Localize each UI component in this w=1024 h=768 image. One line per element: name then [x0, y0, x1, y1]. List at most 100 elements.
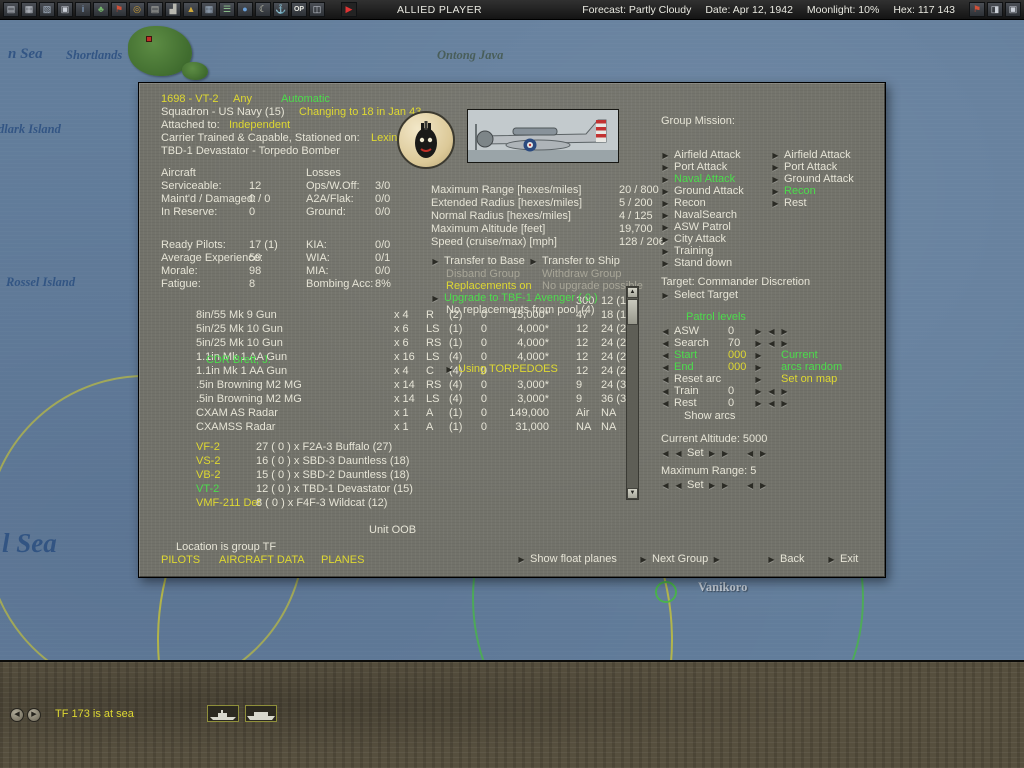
mission-item[interactable]: ▶ Rest — [771, 197, 806, 209]
increase-step-button[interactable]: ▶ — [780, 339, 789, 348]
mission-item-selected[interactable]: ▶ Naval Attack — [661, 173, 735, 185]
mission-item[interactable]: ▶ Airfield Attack — [771, 149, 850, 161]
monitor-icon[interactable]: ▣ — [57, 2, 73, 17]
next-group-arrow-icon[interactable]: ▶ — [712, 555, 721, 564]
group-name[interactable]: VS-2 — [196, 455, 220, 467]
decrease-step-button[interactable]: ◀ — [767, 387, 776, 396]
air-group-row[interactable]: VMF-211 Det 8 ( 0 ) x F4F-3 Wildcat (12) — [139, 497, 625, 509]
increase-step-button[interactable]: ▶ — [780, 399, 789, 408]
air-group-row[interactable]: VB-2 15 ( 0 ) x SBD-2 Dauntless (18) — [139, 469, 625, 481]
set-range-button[interactable]: Set — [687, 479, 704, 491]
air-group-row[interactable]: VF-2 27 ( 0 ) x F2A-3 Buffalo (27) — [139, 441, 625, 453]
mission-item[interactable]: ▶ Ground Attack — [771, 173, 853, 185]
base-marker[interactable] — [146, 36, 152, 42]
increase-button[interactable]: ▶ — [708, 449, 717, 458]
mission-item[interactable]: ▶ Recon — [661, 197, 705, 209]
decrease-step-button[interactable]: ◀ — [746, 449, 755, 458]
back-button[interactable]: ▶ Back — [767, 553, 804, 565]
ops-icon[interactable]: OP — [291, 2, 307, 17]
group-name[interactable]: VMF-211 Det — [196, 497, 261, 509]
prev-tf-button[interactable]: ◀ — [10, 708, 24, 722]
flag-red-icon[interactable]: ⚑ — [111, 2, 127, 17]
ship-button-1[interactable] — [207, 705, 239, 722]
mission-item[interactable]: ▶ NavalSearch — [661, 209, 737, 221]
select-target-button[interactable]: ▶ Select Target — [661, 289, 738, 301]
increase-large-button[interactable]: ▶ — [721, 481, 730, 490]
increase-large-button[interactable]: ▶ — [721, 449, 730, 458]
list-icon[interactable]: ☰ — [219, 2, 235, 17]
menu-icon[interactable]: ▤ — [3, 2, 19, 17]
transfer-to-ship-button[interactable]: ▶ Transfer to Ship — [529, 255, 619, 267]
decrease-large-button[interactable]: ◀ — [661, 481, 670, 490]
ordnance-toggle[interactable]: ▶ Using TORPEDOES — [445, 363, 557, 375]
close-icon[interactable]: ▣ — [1005, 2, 1021, 17]
unit-oob-button[interactable]: Unit OOB — [369, 524, 416, 536]
disband-group-button[interactable]: Disband Group — [446, 268, 520, 280]
replacements-toggle[interactable]: Replacements on — [446, 280, 532, 292]
pilots-tab[interactable]: PILOTS — [161, 554, 200, 566]
decrease-button[interactable]: ◀ — [661, 339, 670, 348]
planes-tab[interactable]: PLANES — [321, 554, 364, 566]
increase-button[interactable]: ▶ — [754, 339, 763, 348]
decrease-button[interactable]: ◀ — [674, 449, 683, 458]
ship-button-2[interactable] — [245, 705, 277, 722]
mission-item[interactable]: ▶ Airfield Attack — [661, 149, 740, 161]
mission-item-selected[interactable]: ▶ Recon — [771, 185, 815, 197]
transfer-to-base-button[interactable]: ▶ Transfer to Base — [431, 255, 524, 267]
night-icon[interactable]: ☾ — [255, 2, 271, 17]
info-icon[interactable]: i — [75, 2, 91, 17]
anchor-icon[interactable]: ⚓ — [273, 2, 289, 17]
window-icon[interactable]: ◫ — [309, 2, 325, 17]
mission-item[interactable]: ▶ Training — [661, 245, 713, 257]
mission-item[interactable]: ▶ Stand down — [661, 257, 732, 269]
prev-group-arrow-icon[interactable]: ▶ — [639, 555, 648, 564]
group-name[interactable]: VT-2 — [196, 483, 219, 495]
chart-icon[interactable]: ▟ — [165, 2, 181, 17]
commander-name-overlay[interactable]: CDR Brett, J. — [206, 354, 271, 366]
increase-button[interactable]: ▶ — [754, 327, 763, 336]
mission-item[interactable]: ▶ Ground Attack — [661, 185, 743, 197]
increase-step-button[interactable]: ▶ — [759, 449, 768, 458]
group-name[interactable]: VB-2 — [196, 469, 220, 481]
show-arcs-toggle[interactable]: Show arcs — [684, 410, 735, 422]
exit-button[interactable]: ▶ Exit — [827, 553, 858, 565]
increase-button[interactable]: ▶ — [754, 363, 763, 372]
decrease-button[interactable]: ◀ — [661, 327, 670, 336]
list-scrollbar[interactable]: ▲ ▼ — [626, 286, 639, 500]
show-float-planes-button[interactable]: ▶ Show float planes — [517, 553, 616, 565]
decrease-button[interactable]: ◀ — [661, 399, 670, 408]
map-icon[interactable]: ▧ — [39, 2, 55, 17]
withdraw-group-button[interactable]: Withdraw Group — [542, 268, 621, 280]
decrease-large-button[interactable]: ◀ — [661, 449, 670, 458]
upgrade-button[interactable]: ▶ Upgrade to TBF-1 Avenger ( 0 ) — [431, 292, 597, 304]
aircraft-data-tab[interactable]: AIRCRAFT DATA — [219, 554, 305, 566]
increase-step-button[interactable]: ▶ — [759, 481, 768, 490]
scroll-up-button[interactable]: ▲ — [627, 287, 638, 298]
terrain-icon[interactable]: ▲ — [183, 2, 199, 17]
target-type[interactable]: Any — [233, 93, 252, 105]
air-group-row[interactable]: VS-2 16 ( 0 ) x SBD-3 Dauntless (18) — [139, 455, 625, 467]
mission-item[interactable]: ▶ Port Attack — [661, 161, 727, 173]
decrease-button[interactable]: ◀ — [661, 363, 670, 372]
decrease-step-button[interactable]: ◀ — [746, 481, 755, 490]
air-group-row-selected[interactable]: VT-2 12 ( 0 ) x TBD-1 Devastator (15) — [139, 483, 625, 495]
globe-icon[interactable]: ● — [237, 2, 253, 17]
increase-step-button[interactable]: ▶ — [780, 327, 789, 336]
increase-button[interactable]: ▶ — [708, 481, 717, 490]
mission-item[interactable]: ▶ City Attack — [661, 233, 726, 245]
decrease-step-button[interactable]: ◀ — [767, 399, 776, 408]
decrease-button[interactable]: ◀ — [661, 351, 670, 360]
target-icon[interactable]: ◎ — [129, 2, 145, 17]
save-icon[interactable]: ▦ — [21, 2, 37, 17]
mission-item[interactable]: ▶ ASW Patrol — [661, 221, 730, 233]
decrease-step-button[interactable]: ◀ — [767, 327, 776, 336]
increase-button[interactable]: ▶ — [754, 387, 763, 396]
increase-step-button[interactable]: ▶ — [780, 387, 789, 396]
decrease-step-button[interactable]: ◀ — [767, 339, 776, 348]
scroll-down-button[interactable]: ▼ — [627, 488, 638, 499]
report-icon[interactable]: ▤ — [147, 2, 163, 17]
tree-icon[interactable]: ♣ — [93, 2, 109, 17]
set-on-map-button[interactable]: Set on map — [781, 373, 837, 385]
grid-icon[interactable]: ▦ — [201, 2, 217, 17]
group-name[interactable]: VF-2 — [196, 441, 220, 453]
